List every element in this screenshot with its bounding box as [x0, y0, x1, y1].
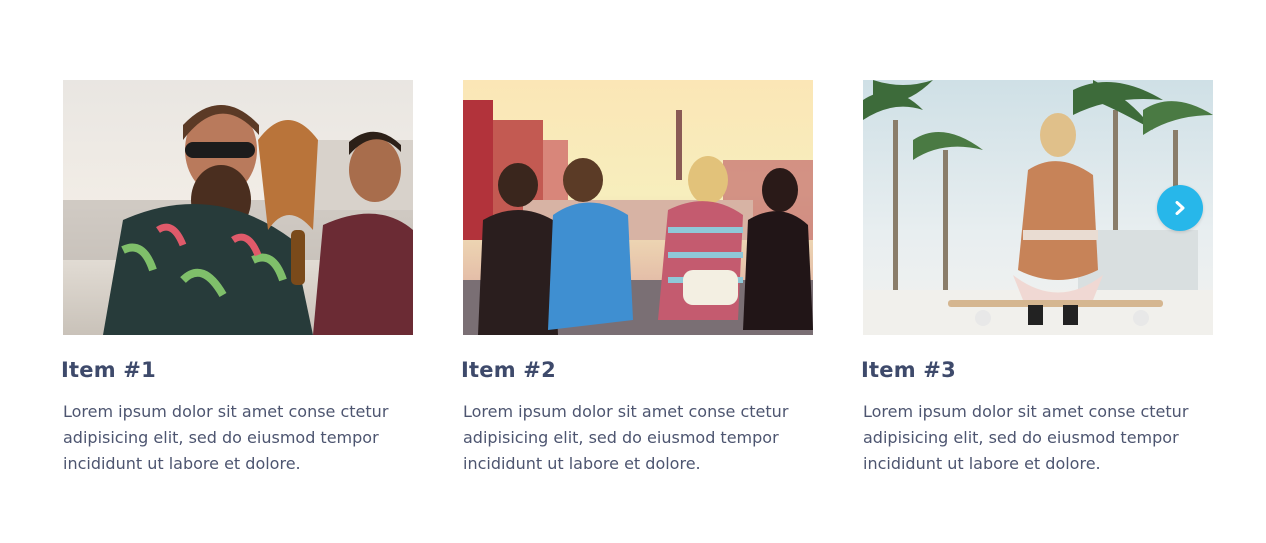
card-image-friends-rooftop	[63, 80, 413, 335]
card-description: Lorem ipsum dolor sit amet conse ctetur …	[463, 402, 789, 473]
carousel-card: Item #1 Lorem ipsum dolor sit amet conse…	[61, 80, 413, 477]
chevron-right-icon	[1175, 201, 1185, 215]
carousel-next-button[interactable]	[1157, 185, 1203, 231]
card-description: Lorem ipsum dolor sit amet conse ctetur …	[63, 402, 389, 473]
card-title: Item #3	[861, 358, 956, 382]
card-description: Lorem ipsum dolor sit amet conse ctetur …	[863, 402, 1189, 473]
carousel-card: Item #2 Lorem ipsum dolor sit amet conse…	[461, 80, 813, 477]
carousel-card: Item #3 Lorem ipsum dolor sit amet conse…	[861, 80, 1213, 477]
items-carousel: Item #1 Lorem ipsum dolor sit amet conse…	[0, 0, 1266, 543]
card-title: Item #2	[461, 358, 556, 382]
card-title: Item #1	[61, 358, 156, 382]
card-image-friends-river	[463, 80, 813, 335]
